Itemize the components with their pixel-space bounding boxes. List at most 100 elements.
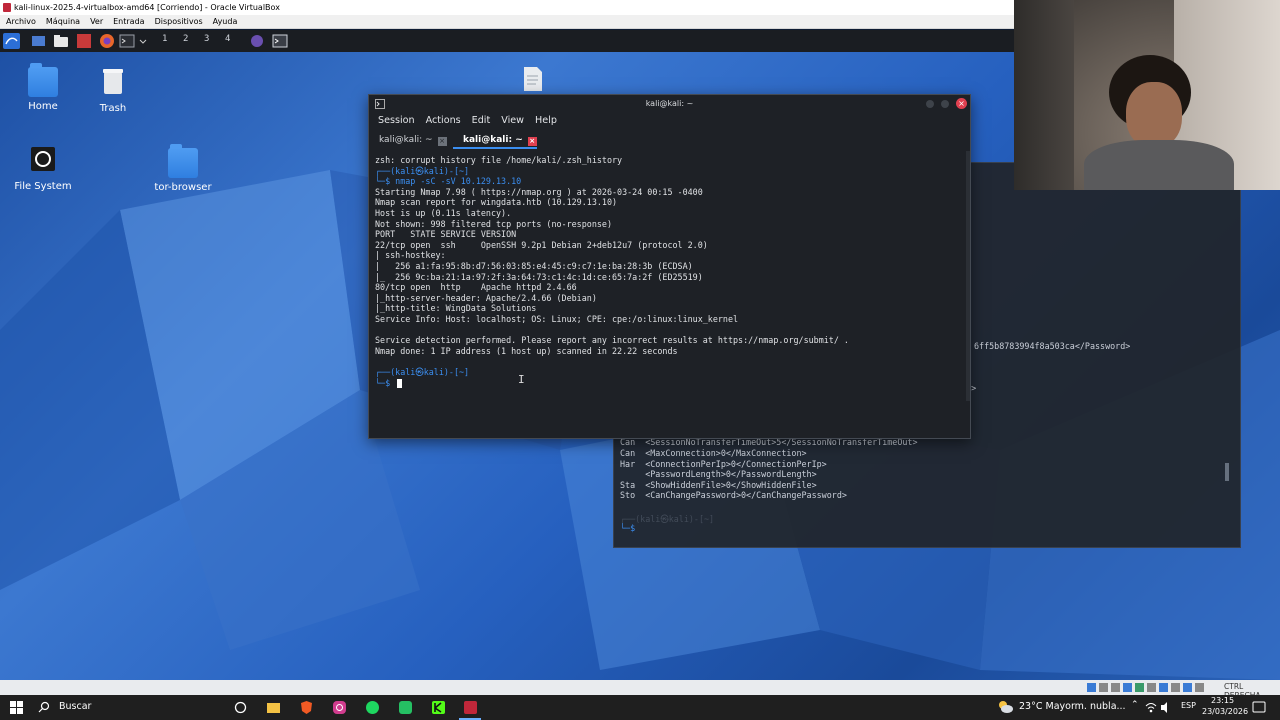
desktop-icon-trash[interactable]: Trash <box>73 66 153 114</box>
file-explorer-icon[interactable] <box>266 700 281 715</box>
menu-archivo[interactable]: Archivo <box>6 15 36 28</box>
kick-icon[interactable] <box>431 700 446 715</box>
weather-cloud-icon[interactable] <box>996 699 1014 715</box>
terminal-title: kali@kali: ~ <box>645 99 694 108</box>
task-view-icon[interactable] <box>233 700 248 715</box>
desktop-icon-file-system[interactable]: File System <box>3 144 83 192</box>
workspace-2[interactable]: 2 <box>183 34 188 44</box>
firefox-task-icon[interactable] <box>250 33 264 49</box>
tab-terminal-1[interactable]: kali@kali: ~ × <box>369 132 453 149</box>
menu-edit[interactable]: Edit <box>472 113 491 129</box>
terminal-line: Sta <ShowHiddenFile>0</ShowHiddenFile> <box>620 480 817 490</box>
chevron-down-icon[interactable] <box>138 33 148 49</box>
vbox-status-icon[interactable] <box>1087 683 1096 692</box>
menu-view[interactable]: View <box>501 113 524 129</box>
terminal-line: Starting Nmap 7.98 ( https://nmap.org ) … <box>375 186 703 197</box>
terminal-prompt: ┌──(kali㉿kali)-[~] <box>375 367 470 377</box>
menu-actions[interactable]: Actions <box>426 113 461 129</box>
terminal-output[interactable]: zsh: corrupt history file /home/kali/.zs… <box>369 151 965 437</box>
vbox-status-icon[interactable] <box>1099 683 1108 692</box>
terminal-scrollbar[interactable] <box>966 151 970 401</box>
language-indicator[interactable]: ESP <box>1181 701 1196 710</box>
weather-text[interactable]: 23°C Mayorm. nubla... <box>1019 701 1126 712</box>
terminal-prompt: ┌──(kali㉿kali)-[~] <box>375 165 470 176</box>
menu-maquina[interactable]: Máquina <box>46 15 80 28</box>
scrollbar-thumb[interactable] <box>1225 463 1229 481</box>
chevron-up-icon[interactable]: ⌃ <box>1131 700 1139 710</box>
terminal-line: Service Info: Host: localhost; OS: Linux… <box>375 314 739 324</box>
desktop-icon-label: File System <box>14 181 72 192</box>
terminal-tab-bar: kali@kali: ~ × kali@kali: ~ × <box>369 131 970 150</box>
menu-ayuda[interactable]: Ayuda <box>213 15 238 28</box>
minimize-button[interactable] <box>926 100 934 108</box>
windows-start-icon[interactable] <box>10 701 23 714</box>
desktop-icon-label: Trash <box>99 103 127 114</box>
clock-time[interactable]: 23:15 <box>1211 696 1234 705</box>
virtualbox-taskbar-icon[interactable] <box>463 700 478 715</box>
terminal-line: |_http-title: WingData Solutions <box>375 303 537 314</box>
terminal-task-icon[interactable] <box>272 33 288 49</box>
menu-entrada[interactable]: Entrada <box>113 15 144 28</box>
trash-icon <box>103 69 123 94</box>
terminal-line: Har <ConnectionPerIp>0</ConnectionPerIp> <box>620 459 827 469</box>
menu-session[interactable]: Session <box>378 113 415 129</box>
vbox-status-icon[interactable] <box>1147 683 1156 692</box>
terminal-prompt: └─$ <box>620 523 641 533</box>
close-icon[interactable]: × <box>956 98 967 109</box>
vbox-status-icon[interactable] <box>1135 683 1144 692</box>
document-icon[interactable] <box>522 66 544 92</box>
terminal-line: 6ff5b8783994f8a503ca</Password> <box>974 341 1131 351</box>
clock-date[interactable]: 23/03/2026 <box>1202 707 1248 716</box>
vbox-status-icon[interactable] <box>1159 683 1168 692</box>
terminal-launcher-icon[interactable] <box>119 33 135 49</box>
workspace-1[interactable]: 1 <box>162 34 167 44</box>
tab-close-icon[interactable]: × <box>527 137 537 146</box>
volume-icon[interactable] <box>1160 700 1172 715</box>
terminal-command: └─$ nmap -sC -sV 10.129.13.10 <box>375 176 522 187</box>
terminal-line: Nmap scan report for wingdata.htb (10.12… <box>375 197 618 208</box>
desktop-icon-label: tor-browser <box>154 182 212 193</box>
terminal-line: zsh: corrupt history file /home/kali/.zs… <box>375 155 623 165</box>
webcam-person-shirt <box>1084 140 1234 190</box>
file-manager-icon[interactable] <box>53 33 69 49</box>
brave-browser-icon[interactable] <box>299 700 314 715</box>
workspace-3[interactable]: 3 <box>204 34 209 44</box>
tab-terminal-2[interactable]: kali@kali: ~ × <box>453 132 537 149</box>
terminal-line: <PasswordLength>0</PasswordLength> <box>620 469 817 479</box>
maximize-button[interactable] <box>941 100 949 108</box>
menu-help[interactable]: Help <box>535 113 557 129</box>
vbox-status-icon[interactable] <box>1183 683 1192 692</box>
search-icon[interactable] <box>38 701 50 713</box>
terminal-window[interactable]: kali@kali: ~ × Session Actions Edit View… <box>368 94 971 439</box>
instagram-icon[interactable] <box>332 700 347 715</box>
menu-ver[interactable]: Ver <box>90 15 103 28</box>
vbox-status-icon[interactable] <box>1123 683 1132 692</box>
vbox-title: kali-linux-2025.4-virtualbox-amd64 [Corr… <box>14 3 280 12</box>
terminal-line: PORT STATE SERVICE VERSION <box>375 229 517 240</box>
search-box-label[interactable]: Buscar <box>59 701 91 712</box>
notifications-icon[interactable] <box>1252 700 1266 715</box>
desktop-icon-home[interactable]: Home <box>3 63 83 112</box>
firefox-icon[interactable] <box>99 33 115 49</box>
terminal-title-bar[interactable]: kali@kali: ~ × <box>369 95 970 113</box>
vbox-status-icon[interactable] <box>1171 683 1180 692</box>
tab-label: kali@kali: ~ <box>379 135 433 145</box>
spotify-icon[interactable] <box>365 700 380 715</box>
vbox-status-icon[interactable] <box>1195 683 1204 692</box>
terminal-line: 22/tcp open ssh OpenSSH 9.2p1 Debian 2+d… <box>375 239 708 250</box>
workspace-4[interactable]: 4 <box>225 34 230 44</box>
show-desktop-icon[interactable] <box>31 33 46 49</box>
menu-dispositivos[interactable]: Dispositivos <box>155 15 203 28</box>
terminal-line: | 256 a1:fa:95:8b:d7:56:03:85:e4:45:c9:c… <box>375 261 693 271</box>
whatsapp-icon[interactable] <box>398 700 413 715</box>
vbox-status-icon[interactable] <box>1111 683 1120 692</box>
virtualbox-icon <box>3 3 11 12</box>
desktop-icon-tor-browser[interactable]: tor-browser <box>143 144 223 193</box>
tab-label: kali@kali: ~ <box>463 135 523 145</box>
tab-close-icon[interactable]: × <box>437 137 447 146</box>
terminal-line: | ssh-hostkey: <box>375 250 446 261</box>
kali-menu-icon[interactable] <box>3 33 20 49</box>
text-editor-icon[interactable] <box>76 33 92 49</box>
terminal-line: Sto <CanChangePassword>0</CanChangePassw… <box>620 490 847 500</box>
wifi-icon[interactable] <box>1145 700 1157 715</box>
